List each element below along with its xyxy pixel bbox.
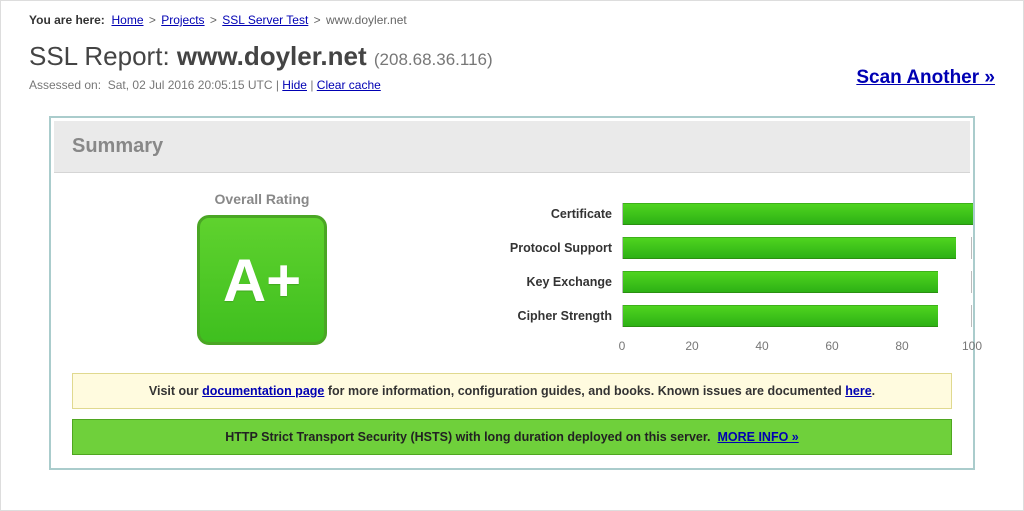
- report-prefix: SSL Report:: [29, 41, 177, 71]
- report-host: www.doyler.net: [177, 41, 367, 71]
- chart-axis: 020406080100: [622, 339, 982, 357]
- chart-row: Key Exchange: [482, 271, 982, 293]
- breadcrumb-ssl-test[interactable]: SSL Server Test: [222, 13, 308, 27]
- hsts-more-link[interactable]: MORE INFO »: [717, 430, 798, 444]
- report-ip: (208.68.36.116): [374, 50, 493, 69]
- chart-track: [622, 271, 972, 293]
- chart-track: [622, 237, 972, 259]
- chart-track: [622, 305, 972, 327]
- chart-row: Cipher Strength: [482, 305, 982, 327]
- breadcrumb-label: You are here:: [29, 13, 105, 27]
- breadcrumb: You are here: Home > Projects > SSL Serv…: [29, 13, 995, 33]
- overall-rating-panel: Overall Rating A+: [72, 187, 452, 357]
- breadcrumb-projects[interactable]: Projects: [161, 13, 204, 27]
- chart-bar: [623, 271, 938, 293]
- assessed-label: Assessed on:: [29, 78, 101, 92]
- clear-cache-link[interactable]: Clear cache: [317, 78, 381, 92]
- chart-track: [622, 203, 972, 225]
- chart-label: Certificate: [482, 207, 622, 221]
- chart-row: Protocol Support: [482, 237, 982, 259]
- chart-bar: [623, 203, 973, 225]
- breadcrumb-home[interactable]: Home: [111, 13, 143, 27]
- assessed-value: Sat, 02 Jul 2016 20:05:15 UTC: [108, 78, 273, 92]
- scan-another-link[interactable]: Scan Another »: [856, 67, 995, 89]
- page-title: SSL Report: www.doyler.net (208.68.36.11…: [29, 41, 995, 72]
- chart-bar: [623, 305, 938, 327]
- rating-chart: Certificate Protocol Support Key Exchange C…: [482, 187, 982, 357]
- documentation-link[interactable]: documentation page: [202, 384, 324, 398]
- documentation-hint: Visit our documentation page for more in…: [72, 373, 952, 409]
- chart-label: Key Exchange: [482, 275, 622, 289]
- chart-row: Certificate: [482, 203, 982, 225]
- hsts-hint: HTTP Strict Transport Security (HSTS) wi…: [72, 419, 952, 455]
- known-issues-link[interactable]: here: [845, 384, 871, 398]
- chart-bar: [623, 237, 956, 259]
- breadcrumb-current: www.doyler.net: [326, 13, 407, 27]
- grade-badge: A+: [197, 215, 327, 345]
- meta-line: Assessed on: Sat, 02 Jul 2016 20:05:15 U…: [29, 78, 995, 92]
- hide-link[interactable]: Hide: [282, 78, 307, 92]
- chart-label: Cipher Strength: [482, 309, 622, 323]
- chart-label: Protocol Support: [482, 241, 622, 255]
- summary-heading: Summary: [54, 121, 970, 173]
- summary-box: Summary Overall Rating A+ Certificate Pro…: [49, 116, 975, 470]
- overall-rating-label: Overall Rating: [72, 191, 452, 207]
